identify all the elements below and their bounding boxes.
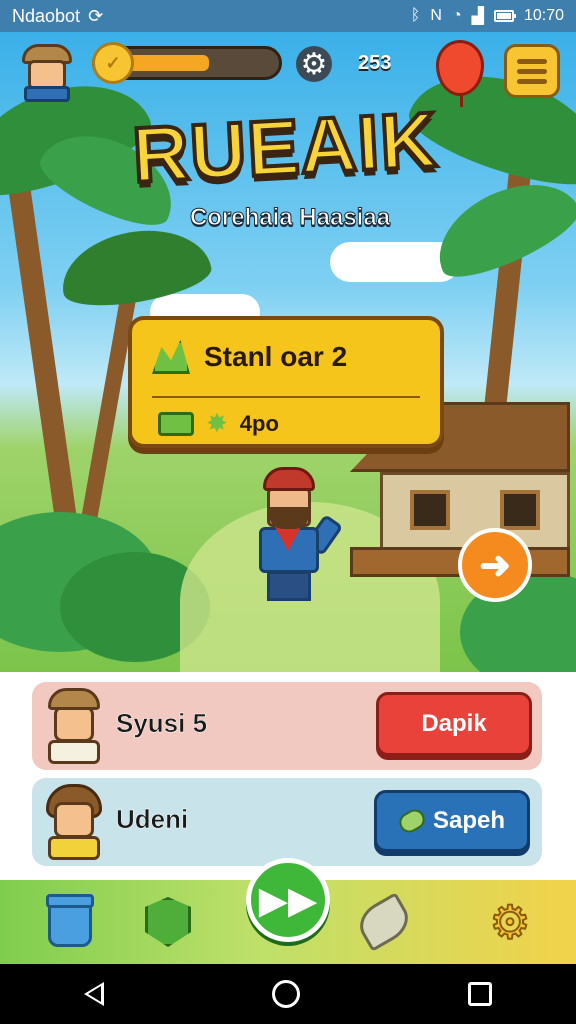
gear-icon[interactable]: ⚙ [296,46,332,82]
home-icon[interactable] [272,980,300,1008]
character-portrait [40,686,112,766]
currency-count: 253 [358,52,392,74]
player-avatar[interactable] [16,44,76,102]
game-title: RUEAIK [128,93,441,201]
card-label: Udeni [116,804,189,835]
trash-icon[interactable] [42,894,98,950]
pill-icon [395,805,429,837]
signal-icon: ▟ [471,8,484,25]
wifi-icon: ◔ [451,7,462,24]
no-signal-icon: N [430,7,442,24]
character-portrait [40,782,112,862]
next-arrow-button[interactable]: ➜ [458,528,532,602]
sapeh-button-label: Sapeh [432,807,506,834]
card-label: Syusi 5 [116,708,208,739]
shield-icon[interactable] [140,894,196,950]
map-icon [152,340,190,374]
hamburger-menu-icon[interactable] [504,44,560,98]
ticket-icon [158,411,194,436]
carrier-label: Ndaobot [12,5,81,26]
arrow-right-icon: ➜ [479,544,511,587]
recents-icon[interactable] [468,982,492,1006]
player-card-2: Udeni Sapeh [32,778,542,866]
xp-progress-fill [123,55,209,71]
dapik-button[interactable]: Dapik [376,692,532,756]
player-card-1: Syusi 5 Dapik [32,682,542,770]
android-nav-bar [0,964,576,1024]
leaf-icon[interactable] [352,892,416,952]
fast-forward-icon[interactable]: ▶▶ [246,858,330,942]
player-character[interactable] [255,467,344,607]
battery-icon [493,10,516,22]
stage-panel[interactable]: Stanl oar 2 ✸ 4po [128,316,444,448]
sapeh-button[interactable]: Sapeh [374,790,530,852]
bluetooth-icon: ᛒ [410,7,421,24]
star-icon: ✸ [206,408,228,438]
settings-gear-icon[interactable]: ⚙ [482,894,538,950]
sync-icon: ⟳ [88,5,104,26]
game-subtitle: Corehaia Haasiaa [189,204,391,232]
clock: 10:70 [523,7,564,24]
back-icon[interactable] [84,982,104,1006]
panel-divider [152,396,420,398]
coin-icon: ✓ [92,42,134,84]
status-bar: Ndaobot ⟳ ᛒ N ◔ ▟ 10:70 [0,0,576,32]
stage-label: Stanl oar 2 [204,341,348,372]
stage-reward: 4po [239,410,279,436]
palm-trunk [3,152,79,532]
